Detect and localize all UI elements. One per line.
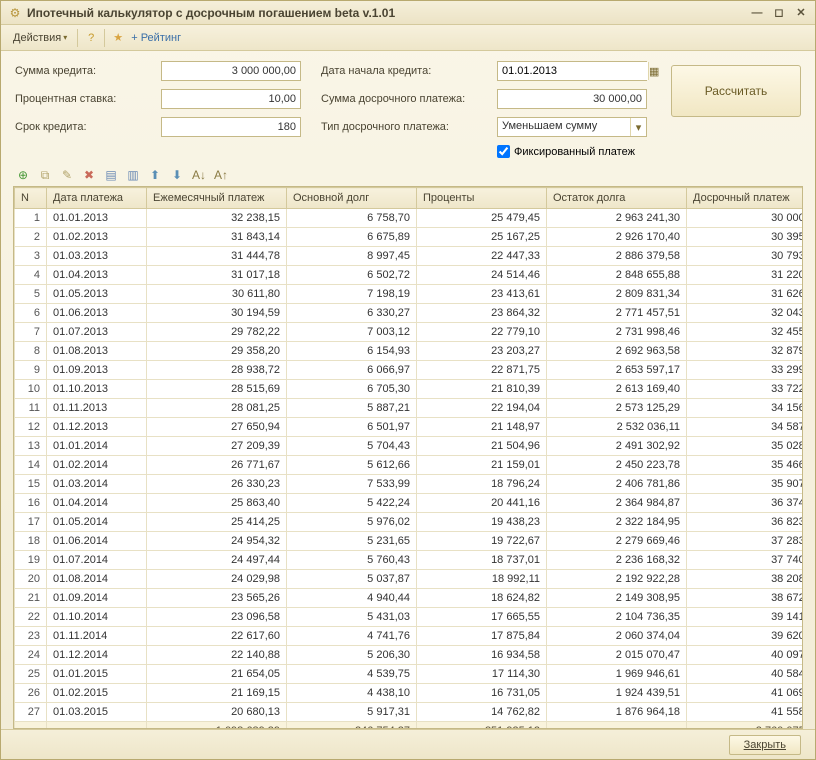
table-row[interactable]: 1301.01.201427 209,395 704,4321 504,962 … (15, 437, 803, 456)
minimize-button[interactable]: — (747, 5, 767, 21)
table-row[interactable]: 401.04.201331 017,186 502,7224 514,462 8… (15, 266, 803, 285)
prepay-amount-label: Сумма досрочного платежа: (321, 93, 491, 105)
table-row[interactable]: 1701.05.201425 414,255 976,0219 438,232 … (15, 513, 803, 532)
help-icon[interactable]: ? (82, 29, 100, 47)
col-date[interactable]: Дата платежа (47, 188, 147, 209)
copy-icon[interactable]: ⧉ (37, 167, 53, 183)
table-row[interactable]: 301.03.201331 444,788 997,4522 447,332 8… (15, 247, 803, 266)
add-icon[interactable]: ⊕ (15, 167, 31, 183)
arrow-down-icon[interactable]: ⬇ (169, 167, 185, 183)
table-row[interactable]: 2701.03.201520 680,135 917,3114 762,821 … (15, 703, 803, 722)
total-prepay: 2 760 075,91 (687, 722, 803, 729)
delete-icon[interactable]: ✖ (81, 167, 97, 183)
prepay-amount-input[interactable] (497, 89, 647, 109)
sort-desc-icon[interactable]: A↑ (213, 167, 229, 183)
start-date-input[interactable]: ▦ (497, 61, 647, 81)
table-row[interactable]: 1101.11.201328 081,255 887,2122 194,042 … (15, 399, 803, 418)
table-row[interactable]: 1901.07.201424 497,445 760,4318 737,012 … (15, 551, 803, 570)
totals-row: 1 098 689,39 246 754,27 851 935,12 2 760… (15, 722, 803, 729)
actions-menu[interactable]: Действия ▾ (7, 30, 73, 46)
row-down-icon[interactable]: ▥ (125, 167, 141, 183)
app-window: ⚙ Ипотечный калькулятор с досрочным пога… (0, 0, 816, 760)
fixed-payment-label: Фиксированный платеж (514, 146, 635, 158)
col-monthly[interactable]: Ежемесячный платеж (147, 188, 287, 209)
rate-input[interactable] (161, 89, 301, 109)
total-pay: 1 098 689,39 (147, 722, 287, 729)
grid-scroll[interactable]: N Дата платежа Ежемесячный платеж Основн… (14, 187, 802, 728)
table-row[interactable]: 1401.02.201426 771,675 612,6621 159,012 … (15, 456, 803, 475)
grid-header-row: N Дата платежа Ежемесячный платеж Основн… (15, 188, 803, 209)
prepay-type-label: Тип досрочного платежа: (321, 121, 491, 133)
arrow-up-icon[interactable]: ⬆ (147, 167, 163, 183)
form-area: Сумма кредита: Процентная ставка: Срок к… (1, 51, 815, 164)
window-title: Ипотечный калькулятор с досрочным погаше… (27, 6, 747, 20)
prepay-type-select[interactable]: Уменьшаем сумму ▾ (497, 117, 647, 137)
footer: Закрыть (1, 729, 815, 759)
fixed-payment-checkbox[interactable] (497, 145, 510, 158)
sort-asc-icon[interactable]: A↓ (191, 167, 207, 183)
edit-icon[interactable]: ✎ (59, 167, 75, 183)
payments-grid: N Дата платежа Ежемесячный платеж Основн… (13, 186, 803, 729)
star-icon[interactable]: ★ (109, 29, 127, 47)
main-toolbar: Действия ▾ ? ★ + Рейтинг (1, 25, 815, 51)
table-row[interactable]: 1201.12.201327 650,946 501,9721 148,972 … (15, 418, 803, 437)
table-row[interactable]: 1601.04.201425 863,405 422,2420 441,162 … (15, 494, 803, 513)
table-row[interactable]: 1501.03.201426 330,237 533,9918 796,242 … (15, 475, 803, 494)
total-principal: 246 754,27 (287, 722, 417, 729)
chevron-down-icon[interactable]: ▾ (630, 118, 646, 136)
col-prepay[interactable]: Досрочный платеж (687, 188, 803, 209)
table-row[interactable]: 2501.01.201521 654,054 539,7517 114,301 … (15, 665, 803, 684)
col-balance[interactable]: Остаток долга (547, 188, 687, 209)
app-icon: ⚙ (7, 5, 23, 21)
table-row[interactable]: 2001.08.201424 029,985 037,8718 992,112 … (15, 570, 803, 589)
close-button[interactable]: ✕ (791, 5, 811, 21)
row-up-icon[interactable]: ▤ (103, 167, 119, 183)
table-row[interactable]: 2301.11.201422 617,604 741,7617 875,842 … (15, 627, 803, 646)
title-bar: ⚙ Ипотечный калькулятор с досрочным пога… (1, 1, 815, 25)
col-principal[interactable]: Основной долг (287, 188, 417, 209)
table-row[interactable]: 701.07.201329 782,227 003,1222 779,102 7… (15, 323, 803, 342)
calculate-button[interactable]: Рассчитать (671, 65, 801, 117)
table-row[interactable]: 1801.06.201424 954,325 231,6519 722,672 … (15, 532, 803, 551)
total-interest: 851 935,12 (417, 722, 547, 729)
term-input[interactable] (161, 117, 301, 137)
rating-link[interactable]: + Рейтинг (131, 32, 181, 44)
col-n[interactable]: N (15, 188, 47, 209)
table-row[interactable]: 601.06.201330 194,596 330,2723 864,322 7… (15, 304, 803, 323)
table-row[interactable]: 2601.02.201521 169,154 438,1016 731,051 … (15, 684, 803, 703)
table-row[interactable]: 101.01.201332 238,156 758,7025 479,452 9… (15, 209, 803, 228)
loan-amount-input[interactable] (161, 61, 301, 81)
rate-label: Процентная ставка: (15, 93, 155, 105)
calendar-icon[interactable]: ▦ (648, 62, 659, 80)
total-balance (547, 722, 687, 729)
table-row[interactable]: 801.08.201329 358,206 154,9323 203,272 6… (15, 342, 803, 361)
col-interest[interactable]: Проценты (417, 188, 547, 209)
loan-amount-label: Сумма кредита: (15, 65, 155, 77)
chevron-down-icon: ▾ (63, 33, 67, 42)
table-row[interactable]: 201.02.201331 843,146 675,8925 167,252 9… (15, 228, 803, 247)
term-label: Срок кредита: (15, 121, 155, 133)
grid-toolbar: ⊕ ⧉ ✎ ✖ ▤ ▥ ⬆ ⬇ A↓ A↑ (1, 164, 815, 186)
table-row[interactable]: 901.09.201328 938,726 066,9722 871,752 6… (15, 361, 803, 380)
table-row[interactable]: 2201.10.201423 096,585 431,0317 665,552 … (15, 608, 803, 627)
maximize-button[interactable]: ◻ (769, 5, 789, 21)
start-date-label: Дата начала кредита: (321, 65, 491, 77)
table-row[interactable]: 1001.10.201328 515,696 705,3021 810,392 … (15, 380, 803, 399)
table-row[interactable]: 501.05.201330 611,807 198,1923 413,612 8… (15, 285, 803, 304)
close-button-footer[interactable]: Закрыть (729, 735, 801, 755)
table-row[interactable]: 2101.09.201423 565,264 940,4418 624,822 … (15, 589, 803, 608)
table-row[interactable]: 2401.12.201422 140,885 206,3016 934,582 … (15, 646, 803, 665)
